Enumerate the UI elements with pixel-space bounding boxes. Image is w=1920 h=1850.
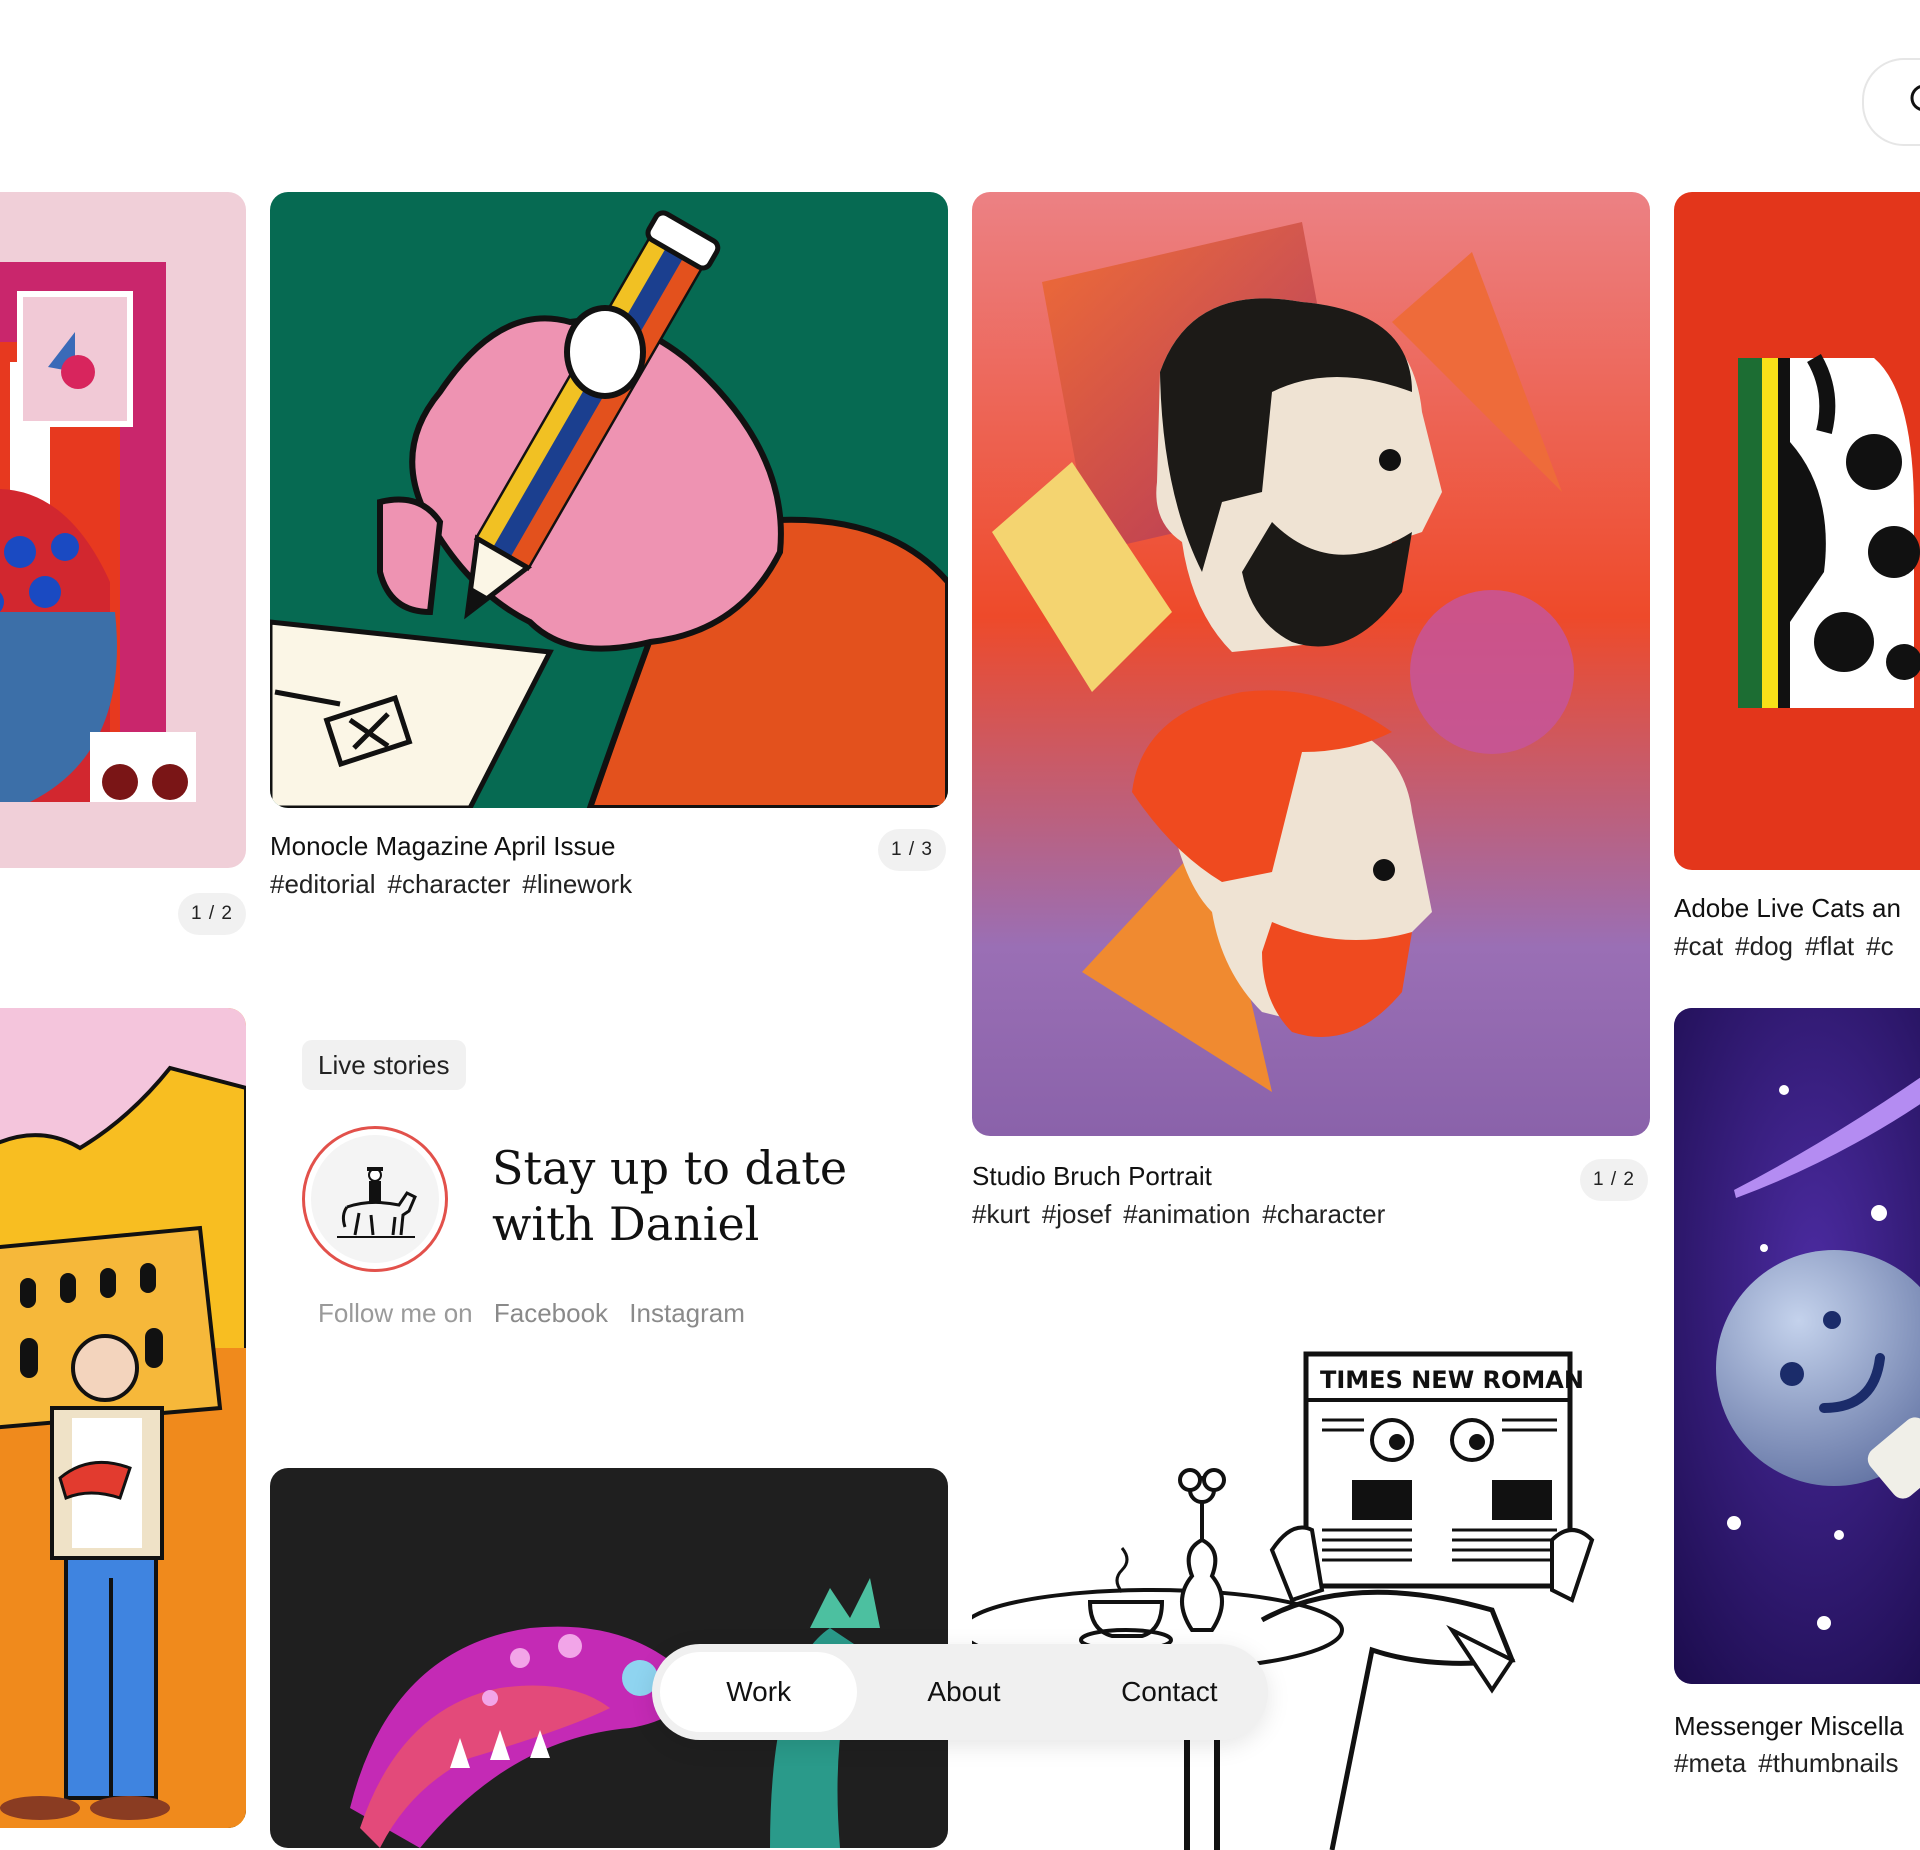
tag[interactable]: #cat xyxy=(1674,931,1723,961)
image-counter: 1 / 3 xyxy=(878,829,946,871)
project-title[interactable]: Studio Bruch Portrait xyxy=(972,1161,1212,1192)
follow-row: Follow me on Facebook Instagram xyxy=(318,1298,759,1329)
project-tags: #meta #thumbnails xyxy=(1674,1748,1910,1779)
project-card-studio-bruch[interactable] xyxy=(972,192,1650,1136)
tag[interactable]: #kurt xyxy=(972,1199,1030,1229)
tag[interactable]: #josef xyxy=(1042,1199,1111,1229)
nav-contact[interactable]: Contact xyxy=(1071,1652,1268,1732)
hand-pencil-illustration xyxy=(270,210,948,808)
tag[interactable]: #thumbnails xyxy=(1758,1748,1898,1778)
project-title[interactable]: Messenger Miscella xyxy=(1674,1711,1904,1742)
project-card-adobe[interactable] xyxy=(1674,192,1920,870)
project-tags: #kurt #josef #animation #character xyxy=(972,1199,1397,1230)
project-card-travel[interactable] xyxy=(0,1008,246,1828)
bottom-nav: Work About Contact xyxy=(652,1644,1268,1740)
newspaper-reader-illustration: TIMES NEW ROMAN xyxy=(972,1351,1595,1850)
instagram-link[interactable]: Instagram xyxy=(629,1298,745,1328)
live-stories-badge: Live stories xyxy=(302,1040,466,1090)
project-title[interactable]: Adobe Live Cats an xyxy=(1674,893,1901,924)
tourist-illustration xyxy=(0,1008,246,1828)
story-heading-line: Stay up to date xyxy=(492,1141,848,1195)
follow-label: Follow me on xyxy=(318,1298,473,1328)
project-card-newspaper[interactable]: TIMES NEW ROMAN xyxy=(972,1330,1650,1850)
portrait-illustration xyxy=(972,192,1650,1136)
search-button[interactable] xyxy=(1862,58,1920,146)
tag[interactable]: #meta xyxy=(1674,1748,1746,1778)
project-tags: #cat #dog #flat #c xyxy=(1674,931,1906,962)
image-counter: 1 / 2 xyxy=(1580,1159,1648,1201)
story-heading: Stay up to date with Daniel xyxy=(492,1140,847,1252)
tag[interactable]: #flat xyxy=(1805,931,1854,961)
nav-about[interactable]: About xyxy=(865,1652,1062,1732)
tag[interactable]: #linework xyxy=(522,869,632,899)
project-card-abstract[interactable] xyxy=(0,192,246,868)
abstract-illustration xyxy=(0,262,196,802)
tag[interactable]: #character xyxy=(1262,1199,1385,1229)
facebook-link[interactable]: Facebook xyxy=(494,1298,608,1328)
horse-rider-icon xyxy=(337,1167,417,1238)
tag[interactable]: #character xyxy=(388,869,511,899)
project-card-messenger[interactable] xyxy=(1674,1008,1920,1684)
story-avatar[interactable] xyxy=(302,1126,448,1272)
project-tags: #editorial #character #linework xyxy=(270,869,644,900)
nav-work[interactable]: Work xyxy=(660,1652,858,1732)
image-counter: 1 / 2 xyxy=(178,893,246,935)
tag[interactable]: #c xyxy=(1866,931,1893,961)
tag[interactable]: #dog xyxy=(1735,931,1793,961)
space-emoji-illustration xyxy=(1674,1008,1920,1684)
newspaper-masthead: TIMES NEW ROMAN xyxy=(1320,1366,1584,1394)
tag[interactable]: #animation xyxy=(1123,1199,1250,1229)
tag[interactable]: #editorial xyxy=(270,869,376,899)
cat-dog-illustration xyxy=(1738,353,1920,708)
project-title[interactable]: Monocle Magazine April Issue xyxy=(270,831,615,862)
project-card-monocle[interactable] xyxy=(270,192,948,808)
search-icon xyxy=(1910,85,1920,111)
story-heading-line: with Daniel xyxy=(492,1197,760,1251)
